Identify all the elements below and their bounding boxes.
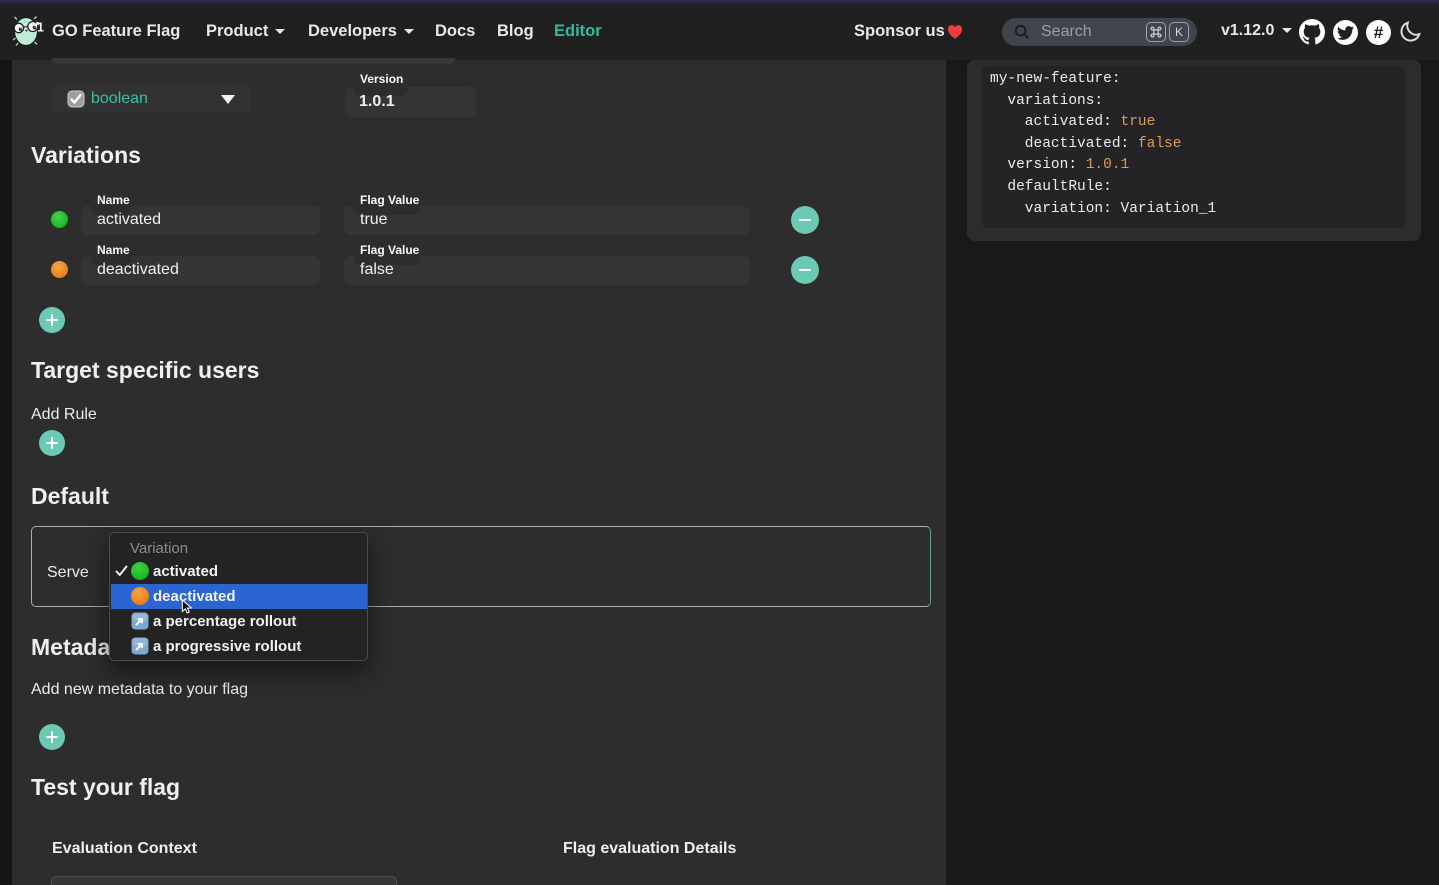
svg-text:1: 1 xyxy=(37,21,44,35)
